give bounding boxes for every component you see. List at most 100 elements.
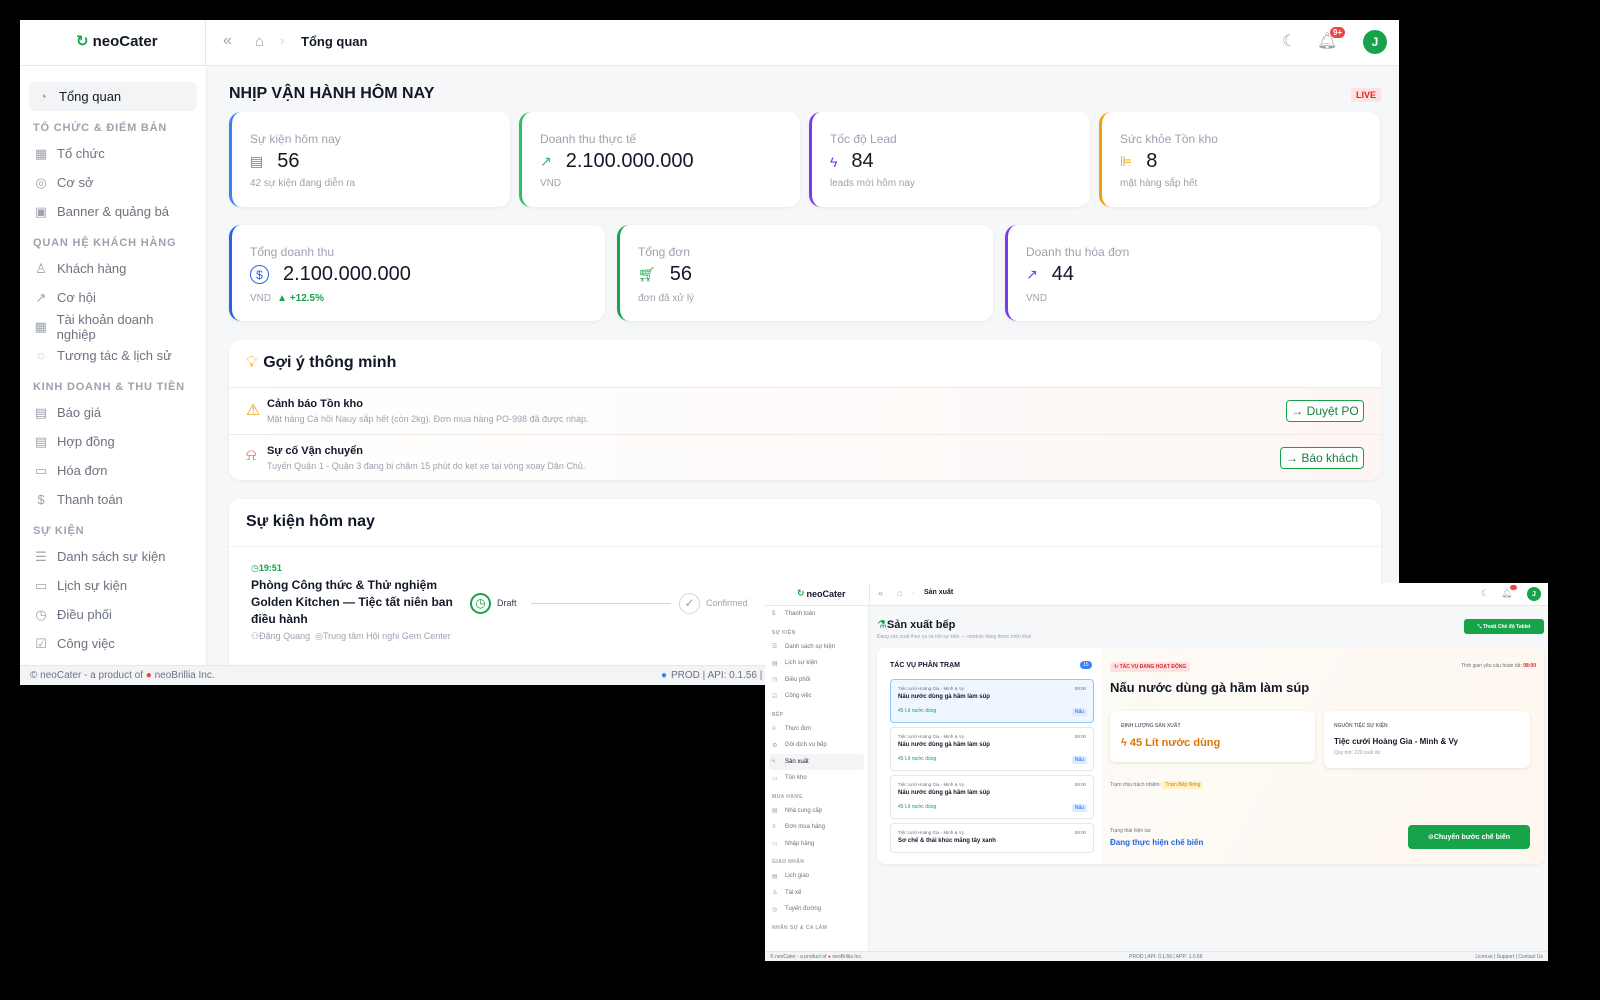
sidebar-item-ton-kho[interactable]: ▭ Tồn kho — [765, 770, 868, 787]
live-badge: LIVE — [1351, 88, 1382, 102]
collapse-sidebar-icon[interactable]: « — [223, 32, 232, 50]
kpi-card-tong-don[interactable]: Tổng đơn 🛒︎ 56 đơn đã xử lý — [617, 225, 993, 321]
sidebar-item-to-chuc[interactable]: ▦ Tổ chức — [20, 139, 206, 168]
sidebar-item-label: Tổng quan — [59, 89, 122, 104]
arrow-right-icon: → — [1291, 404, 1307, 418]
next-step-button[interactable]: ⊙ Chuyển bước chế biến — [1408, 825, 1530, 849]
sidebar-item-co-so[interactable]: ◎ Cơ sở — [20, 168, 206, 197]
sidebar-item-tai-khoan-doanh-nghiep[interactable]: ▦ Tài khoản doanh nghiệp — [20, 312, 206, 342]
kpi-card-su-kien-hom-nay[interactable]: Sự kiện hôm nay ▤ 56 42 sự kiện đang diễn r… — [229, 112, 510, 207]
sidebar-item-san-xuat[interactable]: ϟ Sản xuất — [769, 753, 864, 770]
logo-mark-icon: ↻ — [797, 588, 805, 598]
notification-badge: 9+ — [1330, 27, 1346, 38]
sidebar-item-danh-sach-su-kien[interactable]: ☰ Danh sách sự kiện — [765, 639, 868, 656]
sidebar-item-tai-xe[interactable]: ♙ Tài xế — [765, 885, 868, 902]
sidebar-item-tuong-tac-lich-su[interactable]: ◌ Tương tác & lịch sử — [20, 341, 206, 370]
breadcrumb-current: Tổng quan — [301, 34, 368, 49]
logo-mark-icon: ↻ — [76, 33, 89, 50]
sidebar-item-lich-su-kien[interactable]: ▤ Lịch sự kiện — [765, 655, 868, 672]
footer: © neoCater - a product of ● neoBrillia I… — [765, 951, 1548, 961]
nav-icon: ▤ — [34, 404, 48, 420]
divider — [869, 583, 870, 606]
sidebar-item-overview[interactable]: ◔ Tổng quan — [29, 82, 197, 111]
kpi-card-doanh-thu-thuc-te[interactable]: Doanh thu thực tế ↗ 2.100.000.000 VND — [519, 112, 800, 207]
chevron-right-icon: › — [280, 33, 285, 48]
app-logo[interactable]: ↻ neoCater — [797, 588, 846, 599]
nav-icon: $ — [772, 611, 776, 618]
sidebar-item-dieu-phoi[interactable]: ◷ Điều phối — [20, 600, 206, 629]
task-card[interactable]: Tiệc cưới Hoàng Gia - Minh & Vy 08:00 Nấu … — [890, 775, 1094, 819]
sidebar-item-danh-sach-su-kien[interactable]: ☰ Danh sách sự kiện — [20, 542, 206, 571]
task-card[interactable]: Tiệc cưới Hoàng Gia - Minh & Vy 08:00 Sơ c… — [890, 823, 1094, 853]
avatar[interactable]: J — [1363, 30, 1387, 54]
sidebar-item-label: Cơ hội — [57, 290, 96, 305]
nav-icon: ☑ — [35, 635, 47, 651]
breadcrumb-current: Sản xuất — [924, 589, 954, 596]
home-icon[interactable]: ⌂ — [255, 33, 264, 50]
nav-icon: ▤ — [772, 873, 778, 880]
collapse-sidebar-icon[interactable]: « — [878, 588, 883, 598]
kpi-sub: đơn đã xử lý — [638, 293, 695, 304]
sidebar-item-label: Hợp đồng — [57, 434, 115, 449]
avatar[interactable]: J — [1527, 587, 1541, 601]
sidebar-item-label: Đơn mua hàng — [785, 824, 825, 831]
sidebar-item-don-mua-hang[interactable]: ≡ Đơn mua hàng — [765, 819, 868, 836]
logo-text: neoCater — [92, 32, 158, 50]
kpi-sub: VND — [540, 178, 562, 189]
sidebar-item-thanh-toan[interactable]: $ Thanh toán — [20, 485, 206, 514]
dark-mode-icon[interactable]: ☾ — [1282, 31, 1296, 51]
kpi-card-toc-do-lead[interactable]: Tốc độ Lead ϟ 84 leads mới hôm nay — [809, 112, 1090, 207]
sidebar-item-tuyen-duong[interactable]: ◎ Tuyến đường — [765, 901, 868, 918]
sidebar-item-hoa-don[interactable]: ▭ Hóa đơn — [20, 456, 206, 485]
suggestion-action-button[interactable]: → Báo khách — [1280, 447, 1364, 469]
bolt-icon: ϟ — [1121, 737, 1130, 749]
exit-tablet-button[interactable]: ⤡ Thoát Chế độ Tablet — [1464, 619, 1544, 634]
footer-version: PROD | API: 0.1.56 | AP — [671, 670, 778, 681]
sidebar-item-khach-hang[interactable]: ♙ Khách hàng — [20, 254, 206, 283]
sidebar-item-goi-dich-vu-bep[interactable]: ⚙ Gói dịch vụ bếp — [765, 737, 868, 754]
sidebar-item-bao-gia[interactable]: ▤ Báo giá — [20, 398, 206, 427]
queue-count-badge: 15 — [1080, 661, 1092, 669]
footer-links[interactable]: License | Support | Contact Us — [1475, 954, 1543, 960]
sidebar-item-cong-viec[interactable]: ☑ Công việc — [765, 688, 868, 705]
sidebar-item-label: Điều phối — [57, 607, 112, 622]
kpi-label: Tốc độ Lead — [830, 132, 897, 146]
task-card[interactable]: Tiệc cưới Hoàng Gia - Minh & Vy 08:00 Nấu … — [890, 727, 1094, 771]
sidebar-item-cong-viec[interactable]: ☑ Công việc — [20, 629, 206, 658]
sidebar-item-co-hoi[interactable]: ↗ Cơ hội — [20, 283, 206, 312]
sidebar-item-label: Nhập hàng — [785, 840, 815, 847]
app-logo[interactable]: ↻ neoCater — [76, 32, 158, 51]
sidebar-item-lich-giao[interactable]: ▤ Lịch giao — [765, 868, 868, 885]
event-name[interactable]: Phòng Công thức & Thử nghiệm Golden Kitc… — [251, 577, 456, 628]
dark-mode-icon[interactable]: ☾ — [1481, 588, 1489, 599]
suggestion-action-button[interactable]: → Duyệt PO — [1286, 400, 1364, 422]
sidebar-item-hop-dong[interactable]: ▤ Hợp đồng — [20, 427, 206, 456]
task-card[interactable]: Tiệc cưới Hoàng Gia - Minh & Vy 08:00 Nấu … — [890, 679, 1094, 723]
smart-suggestions-panel: 💡︎ Gợi ý thông minh ⚠ Cảnh báo Tồn kho Mặt… — [229, 340, 1381, 480]
kpi-card-suc-khoe-ton-kho[interactable]: Sức khỏe Tồn kho ⊫ 8 mặt hàng sắp hết — [1099, 112, 1380, 207]
sidebar-item-nhap-hang[interactable]: ▭ Nhập hàng — [765, 836, 868, 853]
footer-brand[interactable]: neoBrillia Inc. — [832, 954, 862, 960]
sidebar-item-banner-quang-ba[interactable]: ▣ Banner & quảng bá — [20, 197, 206, 226]
sidebar-item-thuc-don[interactable]: ≡ Thực đơn — [765, 721, 868, 738]
sidebar-item-lich-su-kien[interactable]: ▭ Lịch sự kiện — [20, 571, 206, 600]
sidebar-item-thanh-toan[interactable]: $ Thanh toán — [765, 606, 868, 623]
kpi-card-tong-doanh-thu[interactable]: Tổng doanh thu $2.100.000.000 VND ▲ +12.5% — [229, 225, 605, 321]
kpi-value: ⊫ 8 — [1120, 150, 1158, 172]
home-icon[interactable]: ⌂ — [897, 588, 902, 598]
nav-icon: ☑ — [772, 693, 778, 700]
kpi-card-doanh-thu-hoa-don[interactable]: Doanh thu hóa đơn ↗ 44 VND — [1005, 225, 1381, 321]
lightbulb-icon: 💡︎ — [246, 354, 258, 371]
calendar-icon: ▤ — [250, 153, 264, 169]
nav-icon: ≡ — [772, 824, 776, 831]
sidebar-item-dieu-phoi[interactable]: ◷ Điều phối — [765, 672, 868, 689]
sidebar-item-nha-cung-cap[interactable]: ▤ Nhà cung cấp — [765, 803, 868, 820]
footer-brand[interactable]: neoBrillia Inc. — [155, 670, 215, 681]
status-dot-icon: ● — [661, 670, 668, 681]
nav-icon: ◎ — [772, 906, 778, 913]
sidebar-item-label: Danh sách sự kiện — [57, 549, 166, 564]
step-confirmed-icon: ✓ — [679, 593, 700, 614]
event-time: ◷19:51 — [251, 563, 282, 573]
divider — [229, 546, 1381, 547]
cart-icon: 🛒︎ — [638, 266, 656, 282]
